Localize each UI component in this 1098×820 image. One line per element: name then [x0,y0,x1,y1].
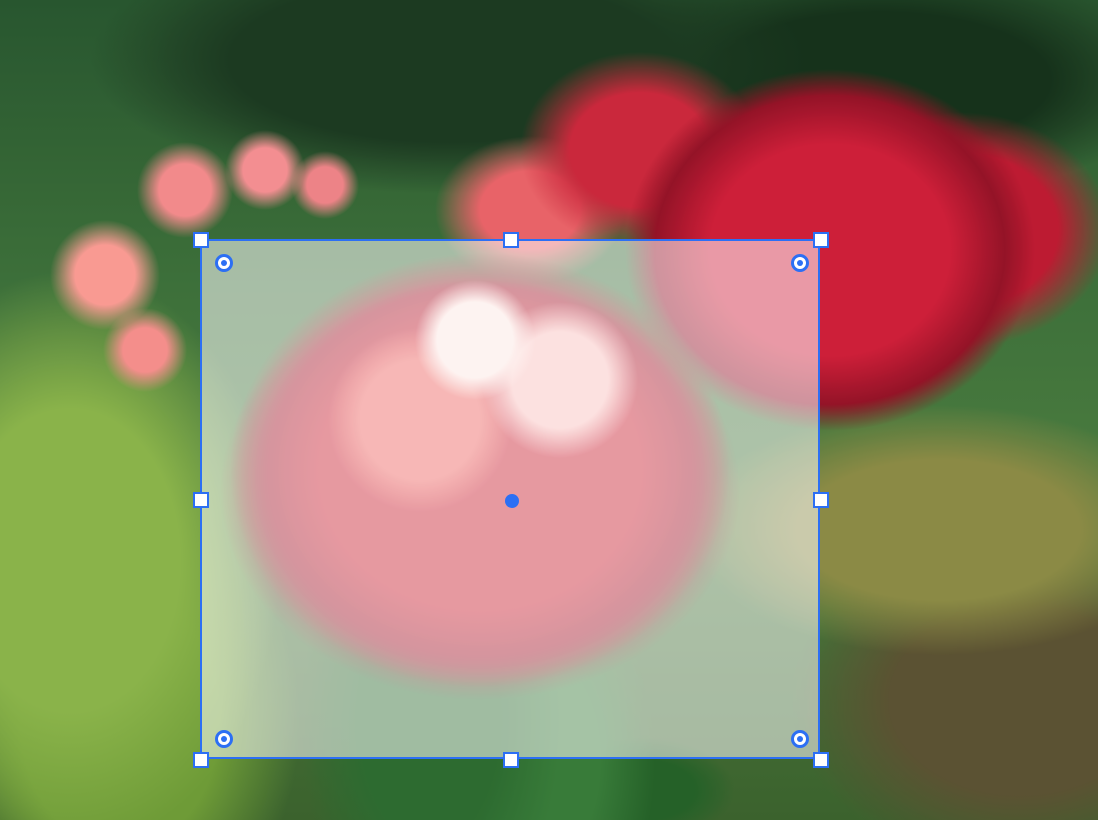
resize-handle-w[interactable] [193,492,209,508]
resize-handle-sw[interactable] [193,752,209,768]
anchor-se[interactable] [791,730,809,748]
anchor-sw[interactable] [215,730,233,748]
anchor-nw[interactable] [215,254,233,272]
resize-handle-ne[interactable] [813,232,829,248]
resize-handle-s[interactable] [503,752,519,768]
resize-handle-n[interactable] [503,232,519,248]
anchor-ne[interactable] [791,254,809,272]
image-canvas[interactable] [0,0,1098,820]
resize-handle-nw[interactable] [193,232,209,248]
resize-handle-e[interactable] [813,492,829,508]
selection-rectangle[interactable] [200,239,820,759]
resize-handle-se[interactable] [813,752,829,768]
transform-origin[interactable] [505,494,519,508]
